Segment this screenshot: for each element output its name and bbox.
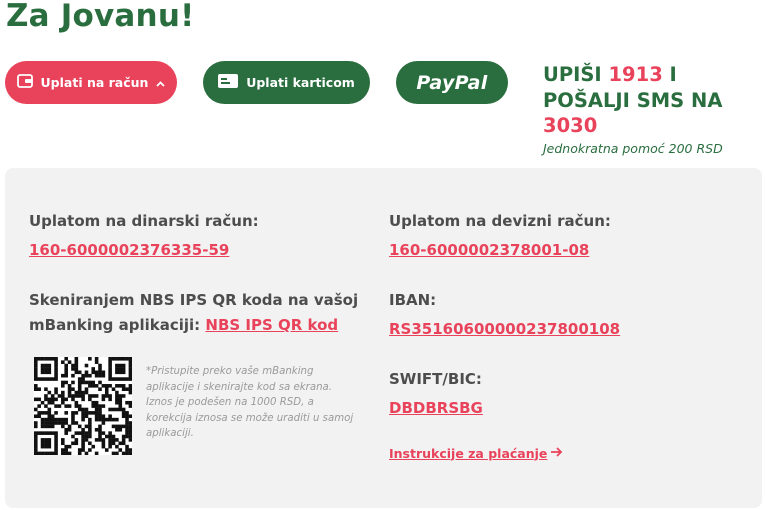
swift-label: SWIFT/BIC: [389,370,482,388]
pay-to-account-button[interactable]: Uplati na račun [5,61,177,104]
iban-link[interactable]: RS35160600000237800108 [389,320,620,338]
sms-code: 1913 [608,63,663,86]
sms-donation-info: UPIŠI 1913 I POŠALJI SMS NA 3030 Jednokr… [543,62,758,156]
sms-line-2: POŠALJI SMS NA [543,88,723,112]
paypal-label: PayPal [416,71,488,94]
dinar-account-label: Uplatom na dinarski račun: [29,212,259,230]
credit-card-icon [218,74,239,91]
chevron-up-icon [156,75,166,90]
foreign-account-link[interactable]: 160-6000002378001-08 [389,241,589,259]
foreign-account-label: Uplatom na devizni račun: [389,212,611,230]
payment-instructions-link[interactable]: Instrukcije za plaćanje [389,445,563,461]
sms-number: 3030 [543,114,598,137]
swift-link[interactable]: DBDBRSBG [389,399,483,417]
qr-label-line-2: mBanking aplikaciji: NBS IPS QR kod [29,316,339,334]
paypal-button[interactable]: PayPal [396,61,508,104]
iban-label: IBAN: [389,291,437,309]
qr-label-line-1: Skeniranjem NBS IPS QR koda na vašoj [29,291,359,309]
qr-note: *Pristupite preko vaše mBanking aplikaci… [146,366,354,439]
qr-code-link[interactable]: NBS IPS QR kod [205,316,338,334]
page-title: Za Jovanu! [6,0,195,34]
sms-line-3: 3030 [543,113,758,139]
sms-line-1: UPIŠI 1913 I [543,63,677,86]
pay-to-account-label: Uplati na račun [40,75,149,90]
payment-instructions-label: Instrukcije za plaćanje [389,445,548,461]
qr-code-image [34,357,133,456]
dinar-account-link[interactable]: 160-6000002376335-59 [29,241,229,259]
wallet-icon [16,74,33,91]
sms-subtitle: Jednokratna pomoć 200 RSD [543,140,723,156]
arrow-right-icon [551,445,563,461]
pay-by-card-label: Uplati karticom [246,75,355,90]
pay-by-card-button[interactable]: Uplati karticom [203,61,370,104]
